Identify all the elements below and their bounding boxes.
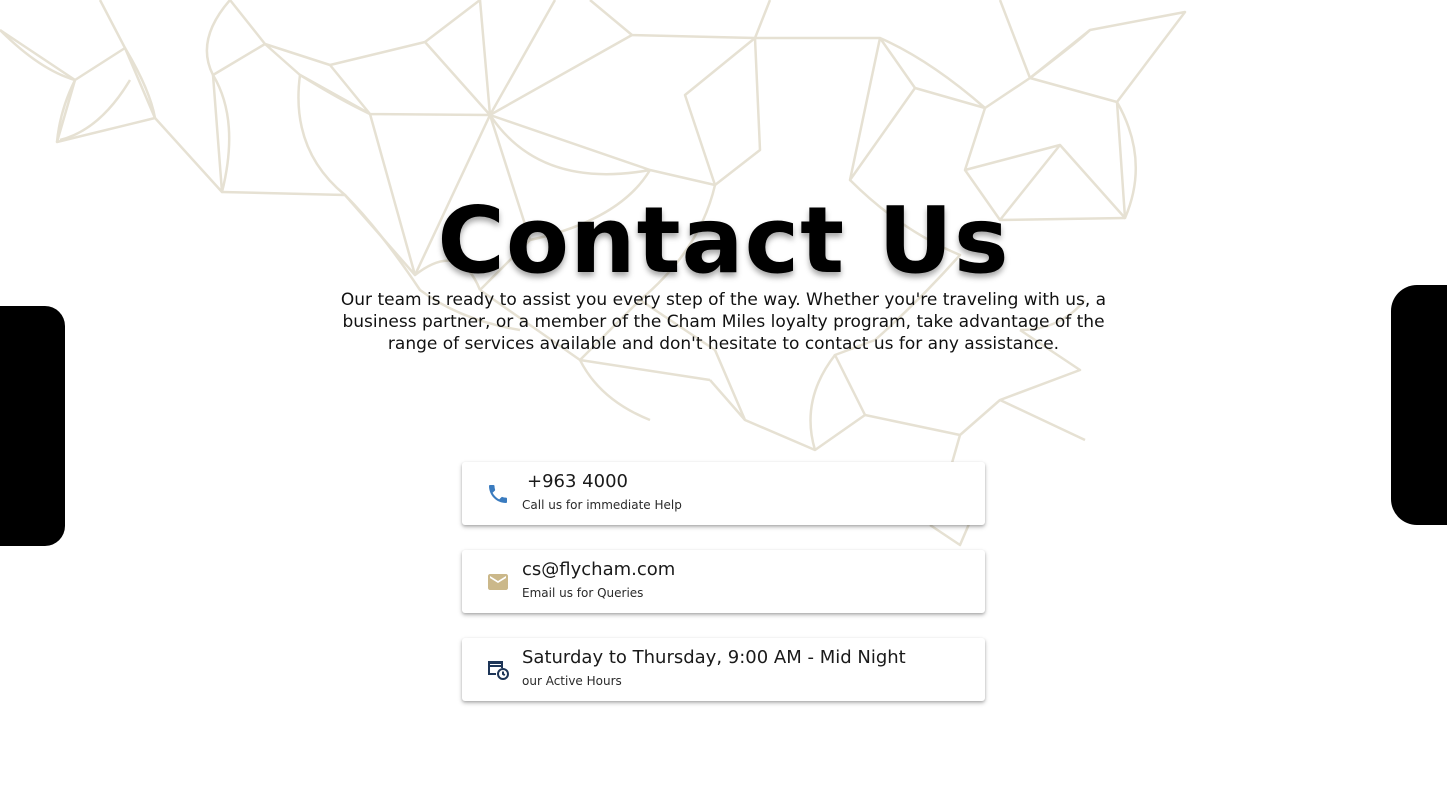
phone-icon [489, 485, 507, 503]
schedule-icon [488, 661, 509, 680]
mail-icon [488, 574, 508, 590]
contact-card-email[interactable]: cs@flycham.com Email us for Queries [462, 550, 985, 613]
phone-caption: Call us for immediate Help [522, 498, 682, 512]
right-side-tab[interactable] [1391, 285, 1447, 525]
page-title: Contact Us [437, 187, 1010, 294]
contact-card-hours[interactable]: Saturday to Thursday, 9:00 AM - Mid Nigh… [462, 638, 985, 701]
phone-number[interactable]: +963 4000 [527, 470, 628, 494]
email-address[interactable]: cs@flycham.com [522, 558, 675, 582]
active-hours: Saturday to Thursday, 9:00 AM - Mid Nigh… [522, 647, 906, 668]
email-caption: Email us for Queries [522, 586, 644, 600]
hours-caption: our Active Hours [522, 674, 622, 688]
page-description: Our team is ready to assist you every st… [340, 290, 1107, 354]
contact-card-phone[interactable]: +963 4000 Call us for immediate Help [462, 462, 985, 525]
contact-page: Contact Us Our team is ready to assist y… [0, 0, 1447, 810]
left-side-tab[interactable] [0, 306, 65, 546]
